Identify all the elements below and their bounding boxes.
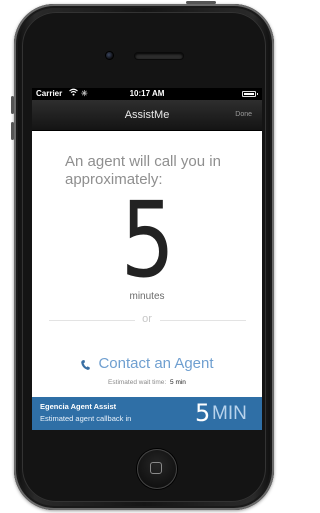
power-button bbox=[186, 1, 216, 4]
home-button-icon[interactable] bbox=[137, 449, 177, 489]
front-camera-icon bbox=[106, 52, 113, 59]
status-bar: Carrier ✳ 10:17 AM bbox=[32, 88, 262, 100]
done-button[interactable]: Done bbox=[235, 100, 252, 130]
or-label: or bbox=[142, 313, 152, 325]
volume-up-button bbox=[11, 96, 14, 114]
nav-title: AssistMe bbox=[124, 109, 170, 121]
wait-minutes-number: 5 bbox=[120, 179, 175, 301]
estimated-wait-label: Estimated wait time: bbox=[108, 379, 167, 386]
phone-handset-icon bbox=[80, 358, 92, 370]
status-time: 10:17 AM bbox=[129, 89, 165, 98]
estimated-wait-row: Estimated wait time: 5 min bbox=[32, 379, 262, 386]
home-square-glyph bbox=[150, 462, 162, 474]
main-content: An agent will call you in approximately:… bbox=[32, 131, 262, 397]
contact-agent-button[interactable]: Contact an Agent bbox=[32, 355, 262, 373]
device-screen: Carrier ✳ 10:17 AM AssistMe Done An agen… bbox=[32, 88, 262, 430]
banner-minutes-number: 5 bbox=[195, 399, 211, 427]
navigation-bar: AssistMe Done bbox=[32, 100, 262, 131]
wait-unit-label: minutes bbox=[129, 291, 165, 302]
divider-right bbox=[160, 320, 246, 321]
battery-icon bbox=[242, 91, 258, 97]
banner-subtitle: Estimated agent callback in bbox=[40, 414, 132, 423]
volume-down-button bbox=[11, 122, 14, 140]
contact-agent-label: Contact an Agent bbox=[98, 355, 214, 372]
agent-assist-banner[interactable]: Egencia Agent Assist Estimated agent cal… bbox=[32, 397, 262, 430]
banner-title: Egencia Agent Assist bbox=[40, 402, 117, 411]
estimated-wait-value: 5 min bbox=[170, 379, 186, 386]
earpiece-speaker bbox=[135, 53, 183, 59]
banner-minutes-unit: MIN bbox=[212, 403, 247, 424]
